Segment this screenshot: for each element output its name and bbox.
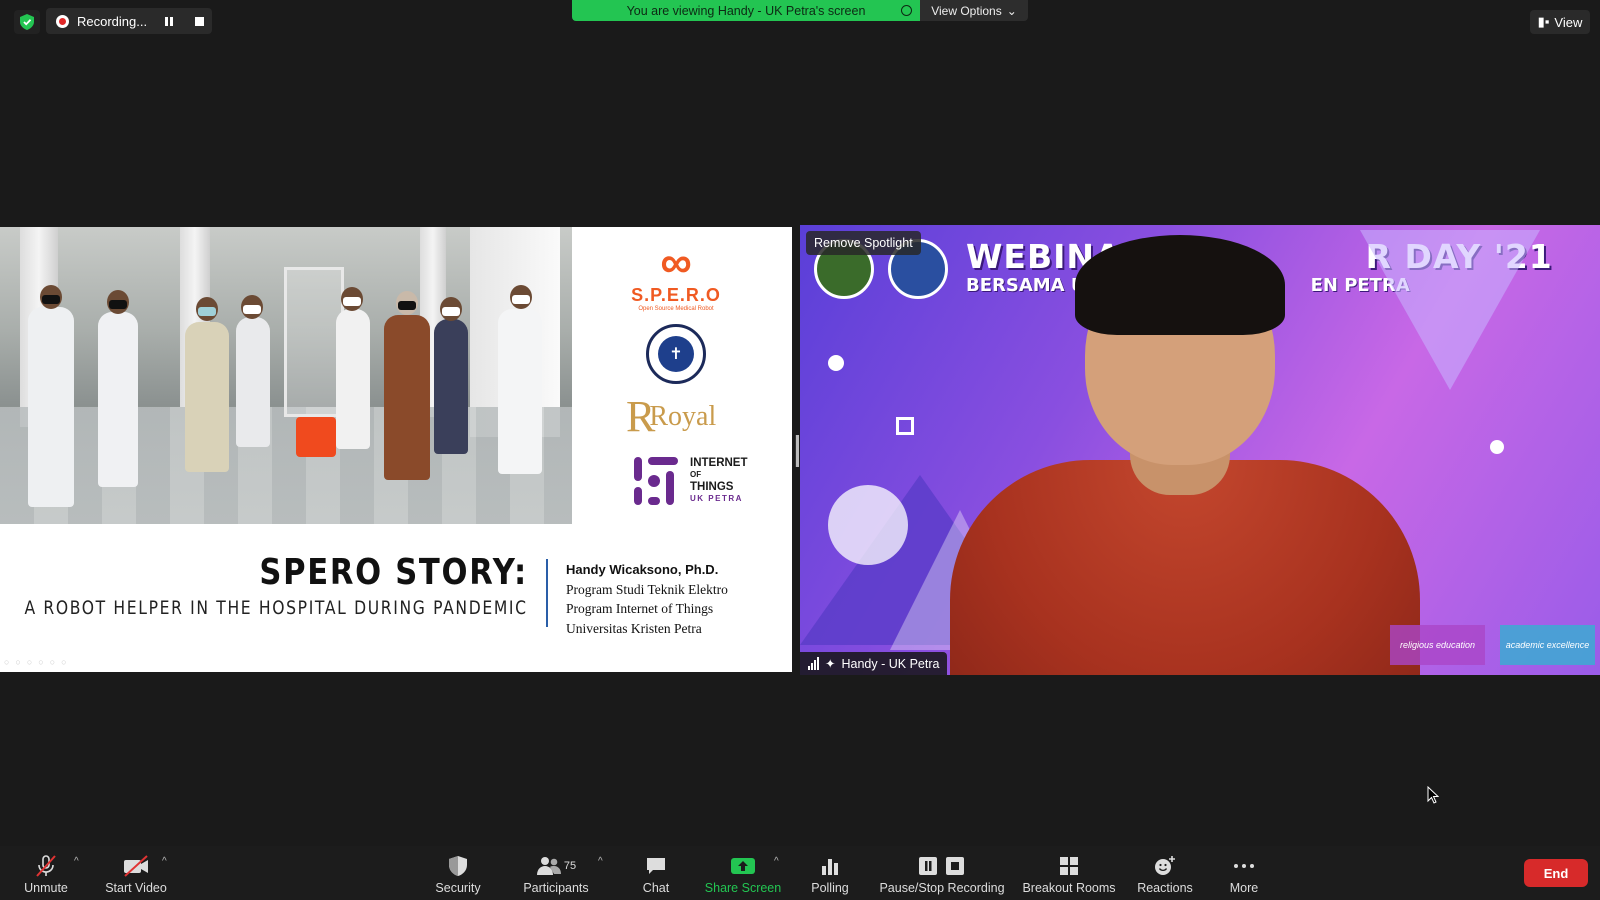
- participants-label: Participants: [523, 881, 589, 895]
- author-name: Handy Wicaksono, Ph.D.: [566, 562, 719, 577]
- polling-button[interactable]: Polling: [808, 854, 852, 895]
- chevron-down-icon: ⌄: [1006, 3, 1017, 18]
- participants-icon: 75: [536, 854, 576, 878]
- badge-religious-education: religious education: [1390, 625, 1485, 665]
- ellipsis-icon: [1233, 854, 1255, 878]
- smiley-plus-icon: [1153, 854, 1177, 878]
- participant-nametag: ✦ Handy - UK Petra: [800, 652, 948, 675]
- view-button[interactable]: ▮▪ View: [1530, 10, 1590, 34]
- recording-dot-icon: [56, 14, 69, 28]
- share-status-icon: [901, 5, 912, 16]
- share-options-caret-icon[interactable]: ^: [774, 856, 779, 867]
- stop-recording-icon[interactable]: [195, 16, 205, 26]
- participants-caret-icon[interactable]: ^: [598, 856, 603, 867]
- iot-logo-line4: UK PETRA: [690, 494, 743, 503]
- presenter-hair: [1075, 235, 1285, 335]
- chat-icon: [645, 854, 667, 878]
- view-label: View: [1554, 14, 1583, 30]
- reactions-button[interactable]: Reactions: [1134, 854, 1196, 895]
- video-off-icon: [122, 854, 150, 878]
- signal-strength-icon: [808, 657, 819, 670]
- breakout-rooms-button[interactable]: Breakout Rooms: [1020, 854, 1118, 895]
- security-button[interactable]: Security: [432, 854, 484, 895]
- spero-logo-name: S.P.E.R.O: [631, 285, 721, 305]
- royal-hospital-logo: RRoyal: [626, 392, 717, 441]
- author-line4: Universitas Kristen Petra: [566, 620, 702, 636]
- iot-logo-line3: THINGS: [690, 481, 734, 493]
- more-label: More: [1229, 881, 1259, 895]
- more-button[interactable]: More: [1226, 854, 1262, 895]
- spero-logo-tagline: Open Source Medical Robot: [638, 306, 714, 312]
- mouse-cursor-icon: [1427, 785, 1440, 809]
- unmute-button[interactable]: Unmute: [22, 854, 70, 895]
- slide-control-icons[interactable]: ○○○○○○: [4, 657, 73, 667]
- screen-share-banner-text: You are viewing Handy - UK Petra's scree…: [626, 3, 866, 18]
- audio-options-caret-icon[interactable]: ^: [74, 856, 79, 867]
- iot-logo-line1: INTERNET: [690, 457, 748, 469]
- security-shield-icon[interactable]: [14, 10, 40, 34]
- pin-icon: ✦: [825, 657, 836, 671]
- shield-icon: [448, 854, 468, 878]
- author-line3: Program Internet of Things: [566, 601, 714, 616]
- infinity-logo-icon: ∞: [660, 238, 692, 287]
- screen-share-banner: You are viewing Handy - UK Petra's scree…: [572, 0, 920, 21]
- end-meeting-button[interactable]: End: [1524, 859, 1588, 887]
- pause-stop-recording-button[interactable]: Pause/Stop Recording: [876, 854, 1008, 895]
- slide-divider-line: [546, 559, 548, 627]
- pause-stop-icon: [917, 854, 967, 878]
- chat-label: Chat: [642, 881, 670, 895]
- participants-button[interactable]: 75 Participants: [520, 854, 592, 895]
- chat-button[interactable]: Chat: [638, 854, 674, 895]
- video-options-caret-icon[interactable]: ^: [162, 856, 167, 867]
- author-block: Handy Wicaksono, Ph.D. Program Studi Tek…: [566, 560, 728, 638]
- iot-logo-line2: OF: [690, 470, 702, 479]
- share-screen-label: Share Screen: [704, 881, 782, 895]
- recording-label: Recording...: [77, 13, 148, 29]
- security-label: Security: [435, 881, 481, 895]
- reactions-label: Reactions: [1137, 881, 1193, 895]
- split-resize-handle[interactable]: [795, 435, 799, 467]
- royal-logo-text: Royal: [649, 400, 717, 432]
- breakout-rooms-label: Breakout Rooms: [1022, 881, 1116, 895]
- start-video-label: Start Video: [105, 881, 167, 895]
- recording-indicator: Recording...: [46, 8, 212, 34]
- slide-title: SPERO STORY:: [259, 552, 528, 593]
- author-line2: Program Studi Teknik Elektro: [566, 581, 728, 597]
- unmute-label: Unmute: [24, 881, 68, 895]
- spero-logo: ∞ S.P.E.R.O Open Source Medical Robot: [626, 238, 726, 313]
- view-options-label: View Options: [931, 3, 1002, 18]
- badge-academic-excellence: academic excellence: [1500, 625, 1595, 665]
- muted-mic-icon: [34, 854, 58, 878]
- meeting-toolbar: Unmute ^ Start Video ^ Security 75 Parti…: [0, 846, 1600, 900]
- iot-mark-icon: [634, 457, 682, 505]
- speaker-video-tile: WEBINAR CR DAY '21 BERSAMA UN EN PETRA re…: [800, 225, 1600, 675]
- uk-petra-seal-logo: ✝: [646, 324, 706, 384]
- pause-recording-icon[interactable]: [165, 16, 174, 26]
- remove-spotlight-button[interactable]: Remove Spotlight: [806, 231, 921, 255]
- pause-stop-recording-label: Pause/Stop Recording: [879, 881, 1005, 895]
- team-photo: [0, 227, 572, 524]
- participants-count: 75: [563, 860, 577, 872]
- breakout-rooms-icon: [1059, 854, 1079, 878]
- view-options-button[interactable]: View Options ⌄: [920, 0, 1028, 21]
- participant-name: Handy - UK Petra: [841, 656, 940, 671]
- iot-uk-petra-logo: INTERNET OF THINGS UK PETRA: [634, 457, 764, 505]
- polling-label: Polling: [811, 881, 849, 895]
- bar-chart-icon: [820, 854, 840, 878]
- slide-subtitle: A ROBOT HELPER IN THE HOSPITAL DURING PA…: [24, 597, 528, 619]
- shared-screen-slide: ∞ S.P.E.R.O Open Source Medical Robot ✝ …: [0, 227, 792, 672]
- view-layout-icon: ▮▪: [1537, 14, 1550, 29]
- share-screen-icon: [730, 854, 756, 878]
- share-screen-button[interactable]: Share Screen: [704, 854, 782, 895]
